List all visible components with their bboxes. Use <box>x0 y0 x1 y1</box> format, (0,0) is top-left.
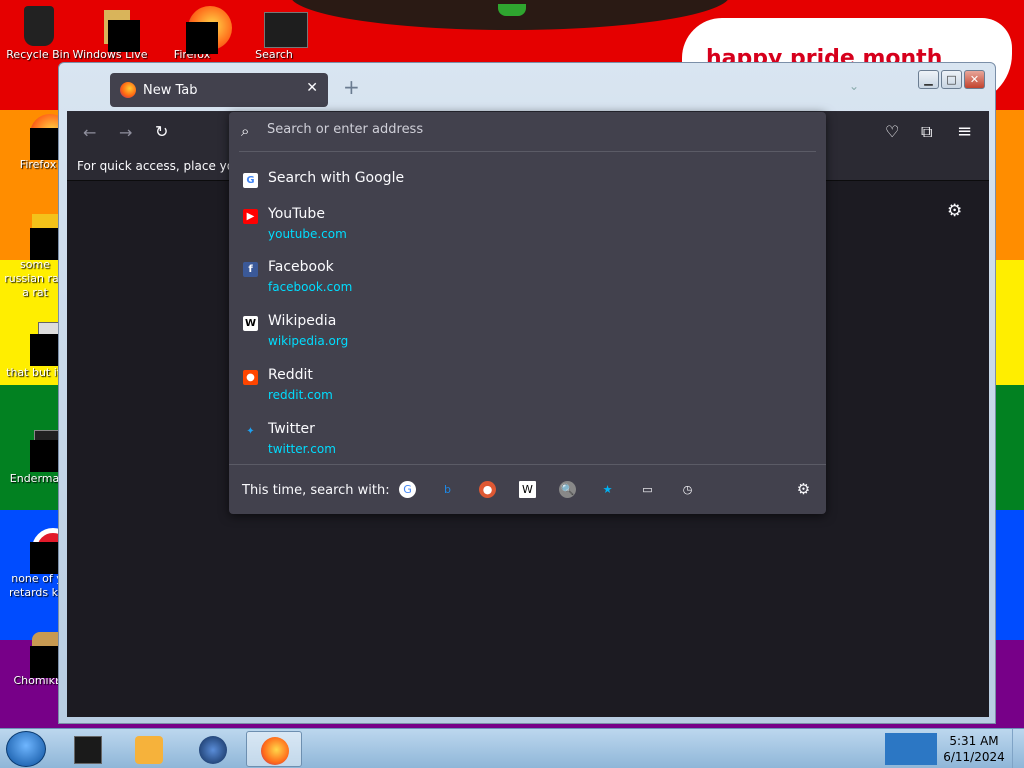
folder-icon <box>88 4 140 52</box>
result-title: YouTube <box>268 206 325 222</box>
pocket-icon[interactable]: ♡ <box>885 122 899 141</box>
close-tab-icon[interactable]: ✕ <box>306 80 318 96</box>
start-button[interactable] <box>6 731 46 767</box>
back-arrow-icon[interactable]: ← <box>83 123 96 142</box>
taskbar-app-browser[interactable] <box>185 731 241 767</box>
firefox-icon <box>120 82 136 98</box>
stack-icon <box>16 322 72 366</box>
forward-arrow-icon[interactable]: → <box>119 123 132 142</box>
window-controls: ▁ □ ✕ <box>918 70 985 89</box>
desktop-icon-firefox-top[interactable]: Firefox <box>154 4 232 62</box>
result-url: youtube.com <box>268 227 347 241</box>
history-icon[interactable]: ◷ <box>679 481 696 498</box>
desktop-icon-recycle-bin[interactable]: Recycle Bin <box>0 4 76 62</box>
result-title: Twitter <box>268 421 315 437</box>
file-icon <box>16 214 74 260</box>
system-clock[interactable]: 5:31 AM 6/11/2024 <box>940 733 1008 765</box>
search-settings-gear-icon[interactable]: ⚙ <box>795 481 812 498</box>
clock-time: 5:31 AM <box>949 734 999 748</box>
result-youtube[interactable]: ▶ YouTube youtube.com <box>229 206 826 256</box>
desktop-icon-label: Search <box>255 48 293 61</box>
globe-icon <box>199 736 227 764</box>
result-title: Wikipedia <box>268 313 337 329</box>
media-player-icon <box>135 736 163 764</box>
one-off-search-bar: This time, search with: Gb ● W 🔍 ★ ▭ ◷ ⚙ <box>229 464 826 514</box>
search-with-label: This time, search with: <box>242 483 390 498</box>
maximize-button[interactable]: □ <box>941 70 962 89</box>
taskbar: 5:31 AM 6/11/2024 <box>0 728 1024 768</box>
result-url: wikipedia.org <box>268 334 349 348</box>
urlbar: ⌕ <box>239 112 816 152</box>
bing-engine-icon[interactable]: b <box>439 481 456 498</box>
firefox-icon <box>16 114 70 160</box>
result-title: Facebook <box>268 259 334 275</box>
window-icon <box>16 428 74 472</box>
result-url: reddit.com <box>268 388 333 402</box>
result-facebook[interactable]: f Facebook facebook.com <box>229 259 826 309</box>
google-icon: G <box>243 173 258 188</box>
desktop-icon-terminal[interactable]: Search <box>236 4 312 62</box>
urlbar-dropdown: ⌕ G Search with Google ▶ YouTube youtube.com… <box>229 112 826 514</box>
youtube-icon: ▶ <box>243 209 258 224</box>
google-engine-icon[interactable]: G <box>399 481 416 498</box>
clock-date: 6/11/2024 <box>943 750 1005 764</box>
show-desktop-button[interactable] <box>1012 729 1024 768</box>
desktop-icon-label: Recycle Bin <box>6 48 70 61</box>
result-reddit[interactable]: ● Reddit reddit.com <box>229 367 826 417</box>
result-title: Search with Google <box>268 170 405 186</box>
firefox-icon <box>170 4 232 54</box>
search-icon: ⌕ <box>241 122 250 140</box>
wikipedia-engine-icon[interactable]: W <box>519 481 536 498</box>
recycle-bin-icon <box>16 4 60 48</box>
tab-new-tab[interactable]: New Tab ✕ <box>110 73 328 107</box>
taskbar-app-firefox[interactable] <box>246 731 302 767</box>
address-input[interactable] <box>267 122 787 137</box>
hamster-icon <box>16 630 74 678</box>
tab-list-chevron-icon[interactable]: ⌄ <box>849 79 859 93</box>
twitter-icon: ✦ <box>246 426 255 437</box>
new-tab-button[interactable]: + <box>343 75 360 99</box>
reddit-icon: ● <box>243 370 258 385</box>
opera-icon <box>16 528 74 574</box>
minimize-button[interactable]: ▁ <box>918 70 939 89</box>
taskbar-app-media-player[interactable] <box>121 731 177 767</box>
desktop-icon-label: some russian ran a rat <box>4 258 66 299</box>
taskbar-app-cmd[interactable] <box>60 731 116 767</box>
tab-title: New Tab <box>143 82 198 98</box>
wikipedia-icon: W <box>243 316 258 331</box>
terminal-icon <box>252 4 308 48</box>
star-icon[interactable]: ★ <box>599 481 616 498</box>
result-url: twitter.com <box>268 442 336 456</box>
duckduckgo-engine-icon[interactable]: ● <box>479 481 496 498</box>
newtab-settings-gear-icon[interactable]: ⚙ <box>947 201 962 221</box>
result-title: Reddit <box>268 367 313 383</box>
close-window-button[interactable]: ✕ <box>964 70 985 89</box>
cmd-icon <box>74 736 102 764</box>
magnifier-engine-icon[interactable]: 🔍 <box>559 481 576 498</box>
desktop-icon-windows-live[interactable]: Windows Live <box>72 4 148 62</box>
wallpaper-shape <box>498 4 526 16</box>
facebook-icon: f <box>243 262 258 277</box>
reload-icon[interactable]: ↻ <box>155 122 168 141</box>
hamburger-menu-icon[interactable]: ≡ <box>957 121 972 142</box>
result-url: facebook.com <box>268 280 353 294</box>
result-wikipedia[interactable]: W Wikipedia wikipedia.org <box>229 313 826 363</box>
extensions-icon[interactable]: ⧉ <box>921 122 932 142</box>
firefox-icon <box>261 737 289 765</box>
tabs-icon[interactable]: ▭ <box>639 481 656 498</box>
tray-network-icon[interactable] <box>885 733 937 765</box>
